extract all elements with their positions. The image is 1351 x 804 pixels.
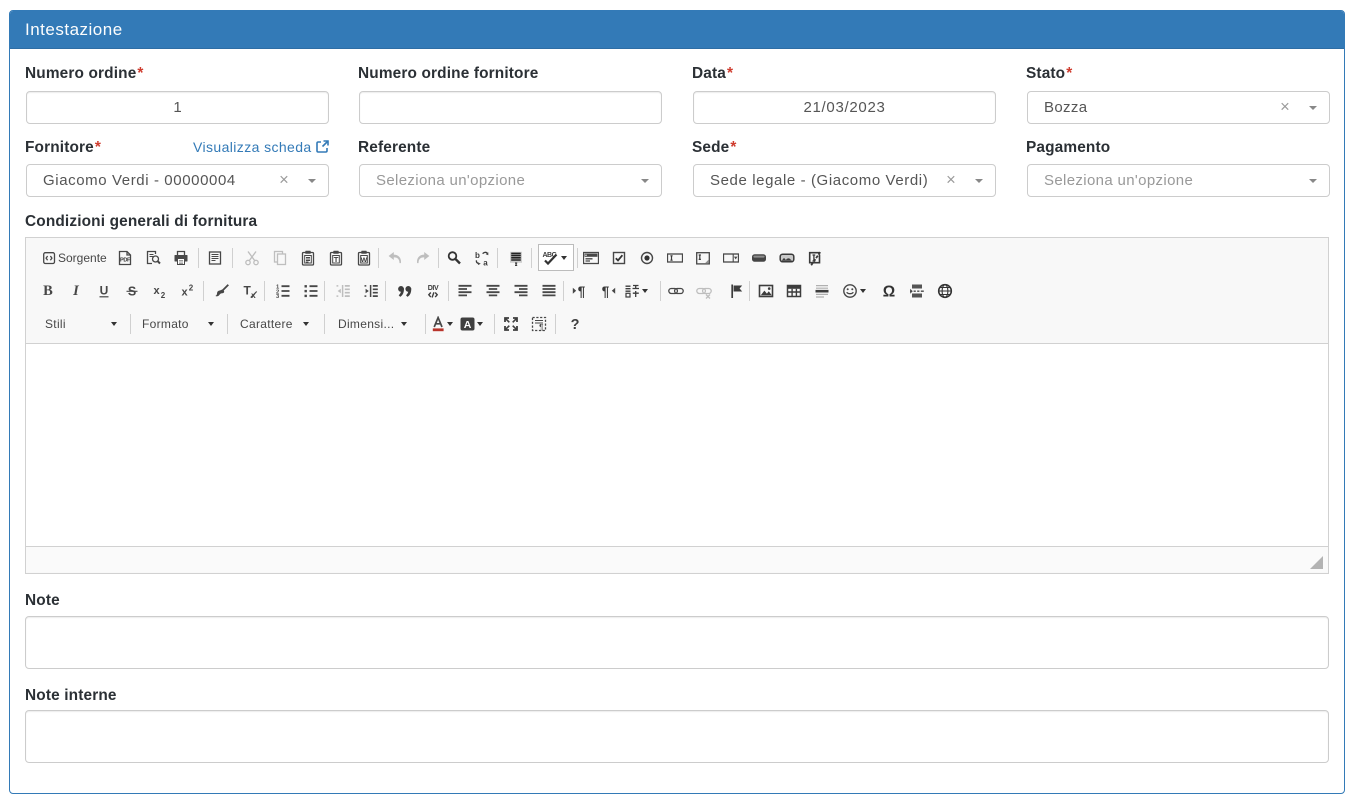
- svg-text:¶: ¶: [578, 284, 586, 299]
- svg-text:x: x: [182, 287, 189, 299]
- svg-text:a: a: [483, 259, 488, 267]
- svg-text:T: T: [334, 255, 339, 264]
- svg-text:3: 3: [276, 294, 280, 299]
- svg-text:b: b: [475, 251, 480, 260]
- svg-text:2: 2: [189, 284, 194, 293]
- svg-text:x: x: [154, 285, 161, 297]
- svg-text:¶: ¶: [602, 284, 610, 299]
- svg-text:?: ?: [571, 317, 580, 332]
- svg-text:2: 2: [161, 291, 166, 299]
- svg-text:W: W: [361, 257, 368, 264]
- svg-text:DIV: DIV: [428, 285, 439, 292]
- svg-text:U: U: [100, 284, 109, 298]
- svg-text:PDF: PDF: [120, 258, 131, 264]
- svg-text:¶: ¶: [539, 323, 543, 332]
- svg-text:Ω: Ω: [883, 284, 895, 300]
- svg-text:A: A: [464, 319, 472, 331]
